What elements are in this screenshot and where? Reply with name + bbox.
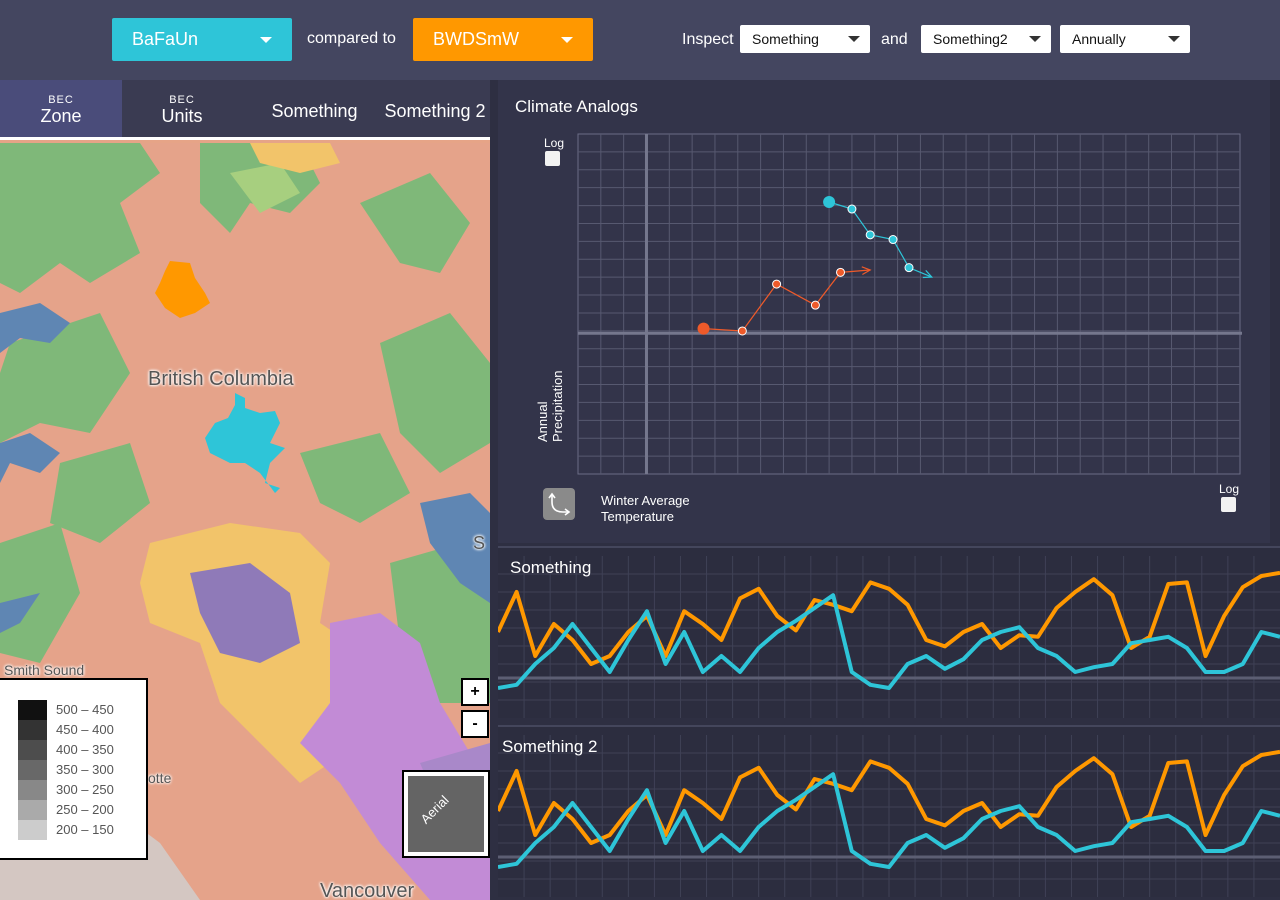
data-point bbox=[772, 279, 782, 289]
zone-a-select[interactable]: BaFaUn bbox=[112, 18, 292, 61]
tab-label: Zone bbox=[40, 106, 82, 126]
aerial-toggle[interactable]: Aerial bbox=[402, 770, 490, 858]
compared-to-label: compared to bbox=[307, 30, 396, 47]
data-point bbox=[697, 322, 710, 335]
zoom-in-button[interactable]: + bbox=[461, 678, 489, 706]
legend-swatch bbox=[18, 800, 47, 820]
legend-swatch bbox=[18, 760, 47, 780]
y-axis-label: Annual Precipitation bbox=[535, 370, 565, 442]
zone-b-select[interactable]: BWDSmW bbox=[413, 18, 593, 61]
inspect-label: Inspect bbox=[682, 31, 734, 48]
swap-axes-button[interactable] bbox=[543, 488, 575, 520]
legend-range: 250 – 200 bbox=[56, 802, 114, 817]
something-chart[interactable] bbox=[498, 548, 1280, 720]
place-label: Vancouver bbox=[320, 880, 415, 900]
map-pane: BEC Zone BEC Units Something Something 2 bbox=[0, 80, 490, 900]
data-point bbox=[823, 196, 836, 208]
map-legend: 500 – 450 450 – 400 400 – 350 350 – 300 … bbox=[0, 678, 148, 860]
x-axis-label: Winter Average Temperature bbox=[601, 493, 690, 525]
legend-swatch bbox=[18, 720, 47, 740]
something-panel: Something bbox=[498, 546, 1280, 718]
something-2-panel: Something 2 bbox=[498, 725, 1280, 897]
legend-range: 400 – 350 bbox=[56, 742, 114, 757]
panel-title: Something 2 bbox=[502, 737, 598, 756]
y-axis-label-line: Annual bbox=[535, 401, 550, 442]
region-label: British Columbia bbox=[148, 368, 294, 390]
legend-range: 350 – 300 bbox=[56, 762, 114, 777]
legend-swatch bbox=[18, 740, 47, 760]
charts-pane: Climate Analogs Log Annual Precipitation… bbox=[490, 80, 1280, 900]
something-2-chart[interactable] bbox=[498, 727, 1280, 899]
chevron-down-icon bbox=[848, 36, 860, 42]
tab-something-2[interactable]: Something 2 bbox=[380, 80, 490, 137]
zone-a-value: BaFaUn bbox=[132, 29, 199, 49]
panel-title: Something bbox=[510, 558, 592, 577]
x-axis-label-line: Temperature bbox=[601, 509, 674, 524]
and-label: and bbox=[881, 31, 908, 48]
swap-icon bbox=[548, 492, 571, 516]
data-point bbox=[810, 300, 820, 310]
tab-bec-zone[interactable]: BEC Zone bbox=[0, 80, 122, 137]
tab-label: Something bbox=[271, 101, 358, 121]
variable-1-select[interactable]: Something bbox=[740, 25, 870, 53]
climate-analogs-panel: Climate Analogs Log Annual Precipitation… bbox=[498, 80, 1270, 543]
top-bar: BaFaUn compared to BWDSmW Inspect Someth… bbox=[0, 0, 1280, 80]
chevron-down-icon bbox=[1168, 36, 1180, 42]
x-axis-label-line: Winter Average bbox=[601, 493, 690, 508]
data-point bbox=[737, 326, 747, 336]
place-label: otte bbox=[148, 770, 172, 786]
tab-label-small: BEC bbox=[48, 94, 74, 106]
legend-range: 200 – 150 bbox=[56, 822, 114, 837]
legend-range: 300 – 250 bbox=[56, 782, 114, 797]
data-point bbox=[904, 263, 914, 273]
chevron-down-icon bbox=[260, 37, 272, 43]
tab-label-small: BEC bbox=[169, 94, 195, 106]
log-x-checkbox[interactable] bbox=[1221, 497, 1236, 512]
climate-analogs-chart[interactable] bbox=[498, 80, 1270, 543]
variable-2-value: Something2 bbox=[933, 31, 1008, 47]
variable-2-select[interactable]: Something2 bbox=[921, 25, 1051, 53]
map-tabs: BEC Zone BEC Units Something Something 2 bbox=[0, 80, 490, 140]
data-point bbox=[888, 235, 898, 245]
legend-range: 500 – 450 bbox=[56, 702, 114, 717]
zone-b-value: BWDSmW bbox=[433, 29, 519, 49]
legend-swatch bbox=[18, 700, 47, 720]
chevron-down-icon bbox=[1029, 36, 1041, 42]
tab-label: Something 2 bbox=[384, 101, 486, 121]
variable-1-value: Something bbox=[752, 31, 819, 47]
zoom-out-button[interactable]: - bbox=[461, 710, 489, 738]
period-select[interactable]: Annually bbox=[1060, 25, 1190, 53]
tab-bec-units[interactable]: BEC Units bbox=[122, 80, 242, 137]
place-label: Smith Sound bbox=[4, 662, 85, 678]
tab-something[interactable]: Something bbox=[258, 80, 371, 137]
data-point bbox=[847, 204, 857, 214]
series-line bbox=[703, 269, 871, 332]
data-point bbox=[865, 230, 875, 240]
period-value: Annually bbox=[1072, 31, 1126, 47]
legend-swatch bbox=[18, 780, 47, 800]
legend-swatch bbox=[18, 820, 47, 840]
data-point bbox=[836, 267, 846, 277]
place-label: S bbox=[473, 533, 486, 553]
legend-range: 450 – 400 bbox=[56, 722, 114, 737]
series-line bbox=[828, 201, 933, 278]
chevron-down-icon bbox=[561, 37, 573, 43]
y-axis-label-line: Precipitation bbox=[550, 370, 565, 442]
plot-frame bbox=[577, 133, 1241, 475]
tab-label: Units bbox=[161, 106, 203, 126]
log-x-label: Log bbox=[1219, 482, 1240, 496]
